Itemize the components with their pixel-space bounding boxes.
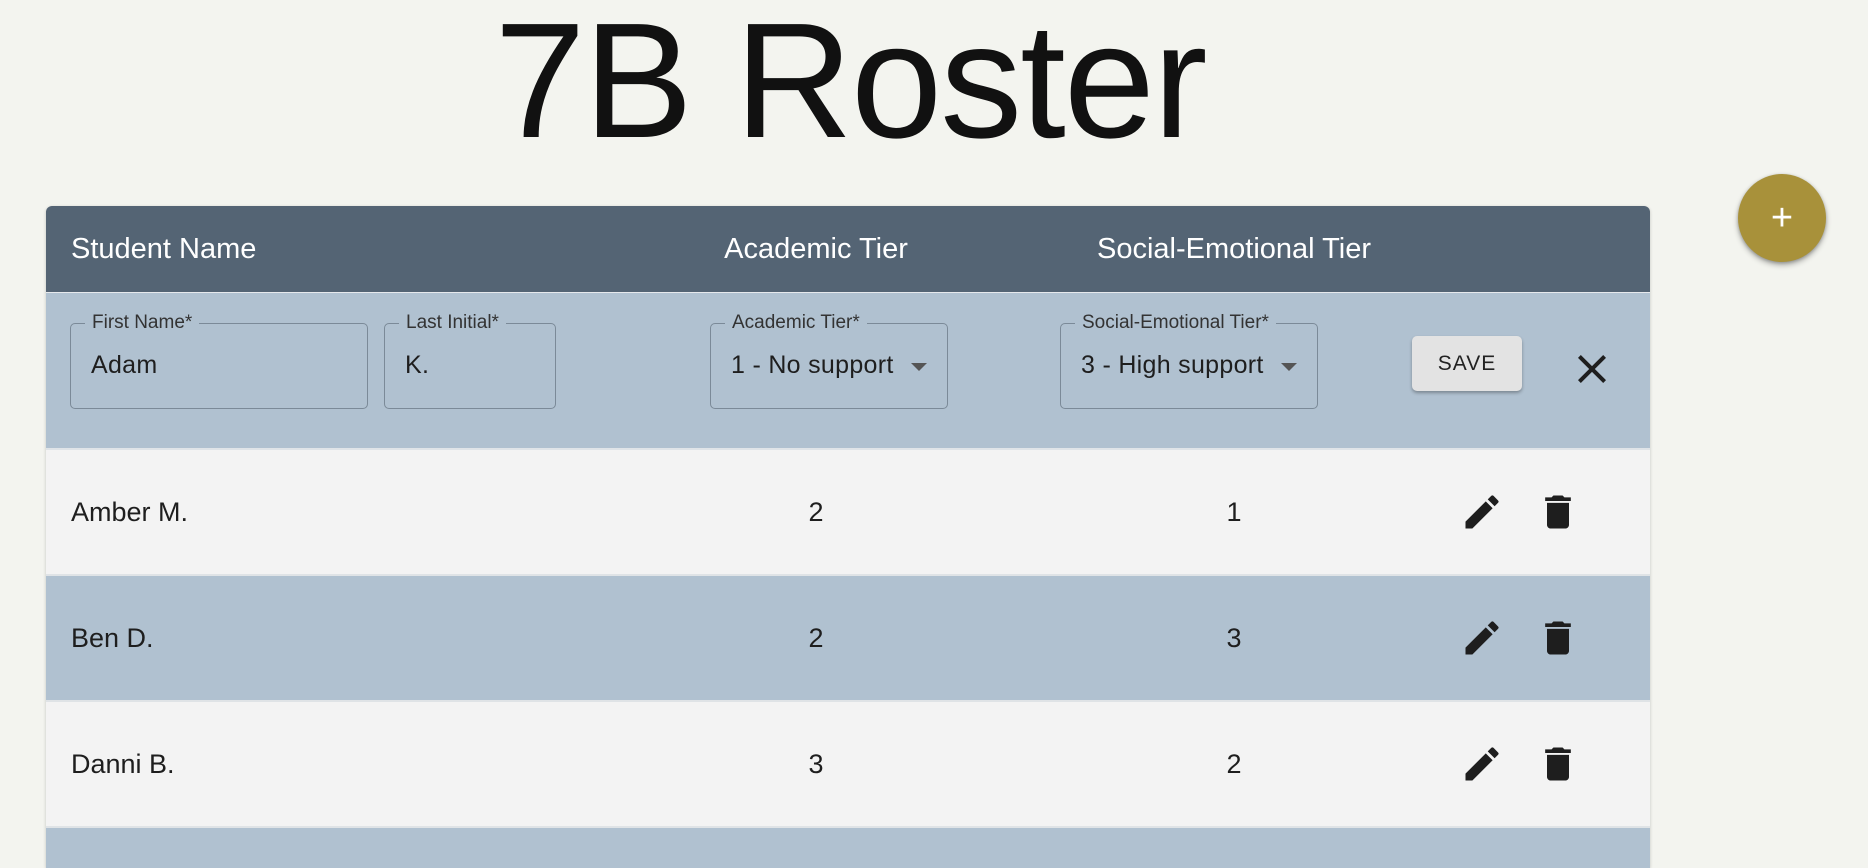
trash-icon[interactable] xyxy=(1536,616,1580,660)
first-name-value[interactable]: Adam xyxy=(91,350,158,380)
last-initial-field[interactable]: Last Initial* K. xyxy=(384,312,556,409)
academic-tier-value[interactable]: 1 - No support xyxy=(731,350,894,380)
trash-icon[interactable] xyxy=(1536,742,1580,786)
pencil-icon[interactable] xyxy=(1460,490,1504,534)
social-emotional-tier-cell: 3 xyxy=(1226,623,1242,653)
column-header-student-name[interactable]: Student Name xyxy=(71,206,256,292)
last-initial-value[interactable]: K. xyxy=(405,350,429,380)
social-emotional-tier-cell: 1 xyxy=(1226,497,1242,527)
column-header-academic-tier[interactable]: Academic Tier xyxy=(666,206,966,292)
column-header-social-emotional-tier[interactable]: Social-Emotional Tier xyxy=(1034,206,1434,292)
close-icon[interactable] xyxy=(1568,345,1616,393)
roster-table: Student Name Academic Tier Social-Emotio… xyxy=(46,206,1650,868)
social-emotional-tier-cell: 2 xyxy=(1226,749,1242,779)
trash-icon[interactable] xyxy=(1536,490,1580,534)
table-row: Ben D. 2 3 xyxy=(46,576,1650,702)
student-name-cell: Ben D. xyxy=(71,623,154,653)
student-name-cell: Danni B. xyxy=(71,749,175,779)
save-button[interactable]: SAVE xyxy=(1412,336,1522,391)
pencil-icon[interactable] xyxy=(1460,616,1504,660)
academic-tier-label: Academic Tier* xyxy=(725,312,867,334)
edit-student-row: First Name* Adam Last Initial* K. Academ… xyxy=(46,293,1650,450)
social-emotional-tier-select[interactable]: Social-Emotional Tier* 3 - High support xyxy=(1060,312,1318,409)
first-name-label: First Name* xyxy=(85,312,200,334)
add-student-button[interactable]: + xyxy=(1738,174,1826,262)
dropdown-arrow-icon[interactable] xyxy=(911,363,927,371)
first-name-field[interactable]: First Name* Adam xyxy=(70,312,368,409)
last-initial-label: Last Initial* xyxy=(399,312,506,334)
social-emotional-tier-label: Social-Emotional Tier* xyxy=(1075,312,1276,334)
table-header: Student Name Academic Tier Social-Emotio… xyxy=(46,206,1650,293)
student-name-cell: Amber M. xyxy=(71,497,189,527)
pencil-icon[interactable] xyxy=(1460,742,1504,786)
dropdown-arrow-icon[interactable] xyxy=(1281,363,1297,371)
page-title: 7B Roster xyxy=(494,0,1207,172)
plus-icon: + xyxy=(1770,196,1794,239)
social-emotional-tier-value[interactable]: 3 - High support xyxy=(1081,350,1264,380)
table-row: Amber M. 2 1 xyxy=(46,450,1650,576)
academic-tier-select[interactable]: Academic Tier* 1 - No support xyxy=(710,312,948,409)
academic-tier-cell: 2 xyxy=(808,623,824,653)
academic-tier-cell: 3 xyxy=(808,749,824,779)
table-row xyxy=(46,828,1650,868)
academic-tier-cell: 2 xyxy=(808,497,824,527)
table-row: Danni B. 3 2 xyxy=(46,702,1650,828)
